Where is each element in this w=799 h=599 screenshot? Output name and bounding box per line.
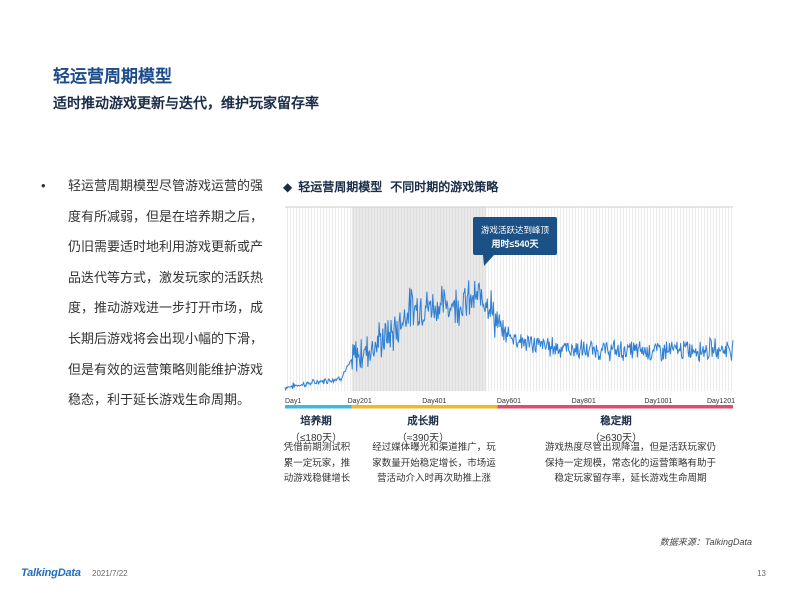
- phase-bar: [351, 405, 498, 409]
- callout-line2: 用时≤540天: [491, 238, 540, 249]
- phase-bar: [497, 405, 733, 409]
- x-tick-label: Day201: [348, 398, 372, 405]
- bullet-text: 轻运营周期模型尽管游戏运营的强度有所减弱，但是在培养期之后，仍旧需要适时地利用游…: [68, 178, 264, 408]
- x-tick-label: Day1: [285, 398, 301, 405]
- diamond-icon: ◆: [283, 180, 293, 194]
- x-tick-label: Day601: [497, 398, 521, 405]
- bullet-paragraph: • 轻运营周期模型尽管游戏运营的强度有所减弱，但是在培养期之后，仍旧需要适时地利…: [41, 171, 266, 416]
- page-number: 13: [757, 569, 766, 578]
- phase-bar: [285, 405, 352, 409]
- callout-line1: 游戏活跃达到峰顶: [481, 225, 550, 235]
- x-axis-ticks: Day1 Day201 Day401 Day601 Day801 Day1001 Day12…: [285, 398, 735, 405]
- bullet-icon: •: [41, 178, 46, 193]
- phase-cultivation-description: 凭借前期测试积累一定玩家，推动游戏稳健增长: [283, 442, 351, 484]
- x-tick-label: Day1001: [644, 398, 672, 405]
- talkingdata-logo: TalkingData: [21, 567, 81, 579]
- peak-region-shade: [351, 207, 487, 391]
- x-tick-label: Day401: [422, 398, 446, 405]
- chart-title-sub: 不同时期的游戏策略: [390, 180, 499, 194]
- callout-box: [473, 217, 557, 255]
- page-subtitle: 适时推动游戏更新与迭代，维护玩家留存率: [53, 95, 319, 111]
- phase-stable-name: 稳定期: [600, 415, 632, 427]
- phase-stable-description: 游戏热度尽管出现降温，但是活跃玩家仍保持一定规模，常态化的运营策略有助于稳定玩家…: [544, 442, 716, 484]
- phase-cultivation-name: 培养期: [300, 415, 332, 427]
- phase-bars: [285, 405, 733, 409]
- lifecycle-chart: 游戏活跃达到峰顶 用时≤540天 Day1 Day201 Day401 Day601 D…: [284, 206, 735, 409]
- phase-growth-name: 成长期: [407, 415, 439, 427]
- x-tick-label: Day1201: [707, 398, 735, 405]
- data-source: 数据来源：TalkingData: [659, 537, 752, 547]
- footer-date: 2021/7/22: [92, 569, 128, 578]
- x-tick-label: Day801: [572, 398, 596, 405]
- phase-growth-description: 经过媒体曝光和渠道推广，玩家数量开始稳定增长，市场运营活动介入时再次助推上涨: [372, 442, 496, 484]
- chart-title: ◆ 轻运营周期模型 不同时期的游戏策略: [283, 178, 498, 195]
- page-title: 轻运营周期模型: [53, 67, 172, 86]
- chart-title-main: 轻运营周期模型: [298, 180, 383, 194]
